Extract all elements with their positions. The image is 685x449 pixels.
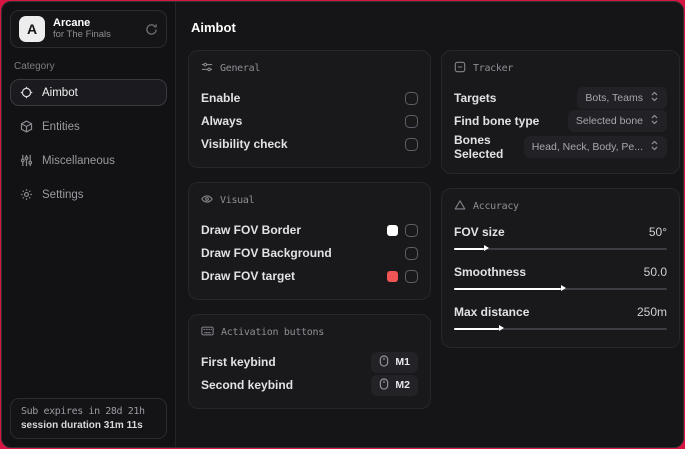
sliders-icon <box>20 154 33 167</box>
cube-icon <box>20 120 33 133</box>
draw-fov-border-checkbox[interactable] <box>405 223 418 237</box>
chevron-up-down-icon <box>650 91 659 105</box>
second-keybind-button[interactable]: M2 <box>371 374 418 396</box>
tracker-card-header: Tracker <box>454 61 667 76</box>
fov-border-color-swatch[interactable] <box>387 224 398 236</box>
enable-checkbox[interactable] <box>405 91 418 105</box>
max-distance-slider[interactable] <box>454 324 667 333</box>
chevron-up-down-icon <box>650 114 659 128</box>
session-duration-text: session duration 31m 11s <box>21 420 143 431</box>
find-bone-type-value: Selected bone <box>575 115 643 127</box>
sliders-horizontal-icon <box>201 61 213 76</box>
setting-row-smoothness: Smoothness 50.0 <box>454 265 667 293</box>
visual-card-title: Visual <box>220 195 255 206</box>
setting-row-visibility-check: Visibility check <box>201 133 418 155</box>
first-keybind-button[interactable]: M1 <box>371 351 418 373</box>
app-name: Arcane <box>53 17 91 30</box>
visual-card-header: Visual <box>201 193 418 208</box>
main-panel: Aimbot General Enable Always Visibility … <box>176 2 683 447</box>
find-bone-type-select[interactable]: Selected bone <box>567 110 667 132</box>
subscription-info: Sub expires in 28d 21h session duration … <box>10 398 167 439</box>
accuracy-card-header: Accuracy <box>454 199 667 214</box>
slider-fill <box>454 245 489 251</box>
targets-select[interactable]: Bots, Teams <box>577 87 667 109</box>
smoothness-value: 50.0 <box>643 265 667 279</box>
second-keybind-value: M2 <box>395 379 410 391</box>
general-card-header: General <box>201 61 418 76</box>
mouse-icon <box>379 354 389 370</box>
fov-size-value: 50° <box>648 225 667 239</box>
setting-row-bones-selected: Bones Selected Head, Neck, Body, Pe... <box>454 133 667 161</box>
accuracy-card: Accuracy FOV size 50° Smoothness 50.0 Ma… <box>441 188 680 348</box>
gear-icon <box>20 188 33 201</box>
fov-target-color-swatch[interactable] <box>387 270 398 282</box>
activation-buttons-card: Activation buttons First keybind M1 Seco… <box>188 314 431 409</box>
setting-row-enable: Enable <box>201 87 418 109</box>
sidebar-header: A Arcane for The Finals <box>10 10 167 48</box>
sidebar-item-miscellaneous[interactable]: Miscellaneous <box>10 147 167 174</box>
setting-row-targets: Targets Bots, Teams <box>454 87 667 109</box>
fov-size-slider[interactable] <box>454 244 667 253</box>
scan-box-icon <box>454 61 466 76</box>
draw-fov-background-checkbox[interactable] <box>405 246 418 260</box>
setting-row-fov-size: FOV size 50° <box>454 225 667 253</box>
general-card-title: General <box>220 63 261 74</box>
sidebar-item-label: Entities <box>42 120 80 133</box>
setting-row-max-distance: Max distance 250m <box>454 305 667 333</box>
smoothness-slider[interactable] <box>454 284 667 293</box>
sidebar-item-settings[interactable]: Settings <box>10 181 167 208</box>
max-distance-value: 250m <box>636 305 667 319</box>
triangle-icon <box>454 199 466 214</box>
mouse-icon <box>379 377 389 393</box>
bones-selected-value: Head, Neck, Body, Pe... <box>531 141 643 153</box>
always-checkbox[interactable] <box>405 114 418 128</box>
page-title: Aimbot <box>191 20 236 35</box>
activation-card-title: Activation buttons <box>221 327 324 338</box>
visual-card: Visual Draw FOV Border Draw FOV Backgrou… <box>188 182 431 300</box>
first-keybind-value: M1 <box>395 356 410 368</box>
setting-row-first-keybind: First keybind M1 <box>201 351 418 373</box>
general-card: General Enable Always Visibility check <box>188 50 431 168</box>
sidebar-item-entities[interactable]: Entities <box>10 113 167 140</box>
app-logo: A <box>19 16 45 42</box>
tracker-card-title: Tracker <box>473 63 514 74</box>
setting-row-draw-fov-target: Draw FOV target <box>201 265 418 287</box>
setting-row-draw-fov-background: Draw FOV Background <box>201 242 418 264</box>
sidebar: A Arcane for The Finals Category Aimbot <box>2 2 176 447</box>
visual-icon <box>201 193 213 208</box>
app-window: A Arcane for The Finals Category Aimbot <box>1 1 684 448</box>
app-titles: Arcane for The Finals <box>53 17 111 41</box>
sidebar-item-label: Settings <box>42 188 84 201</box>
setting-row-draw-fov-border: Draw FOV Border <box>201 219 418 241</box>
sub-expiry-text: Sub expires in 28d 21h <box>21 406 145 417</box>
refresh-icon[interactable] <box>145 23 158 36</box>
sidebar-item-label: Aimbot <box>42 86 78 99</box>
slider-fill <box>454 325 504 331</box>
setting-row-find-bone-type: Find bone type Selected bone <box>454 110 667 132</box>
category-label: Category <box>14 61 55 72</box>
draw-fov-target-checkbox[interactable] <box>405 269 418 283</box>
accuracy-card-title: Accuracy <box>473 201 519 212</box>
targets-select-value: Bots, Teams <box>585 92 643 104</box>
sidebar-item-label: Miscellaneous <box>42 154 115 167</box>
tracker-card: Tracker Targets Bots, Teams Find bone ty… <box>441 50 680 174</box>
crosshair-icon <box>20 86 33 99</box>
visibility-check-checkbox[interactable] <box>405 137 418 151</box>
slider-fill <box>454 285 565 291</box>
chevron-up-down-icon <box>650 140 659 154</box>
app-subtitle: for The Finals <box>53 28 111 40</box>
sidebar-item-aimbot[interactable]: Aimbot <box>10 79 167 106</box>
setting-row-second-keybind: Second keybind M2 <box>201 374 418 396</box>
bones-selected-select[interactable]: Head, Neck, Body, Pe... <box>523 136 667 158</box>
keyboard-icon <box>201 325 214 340</box>
setting-row-always: Always <box>201 110 418 132</box>
activation-card-header: Activation buttons <box>201 325 418 340</box>
